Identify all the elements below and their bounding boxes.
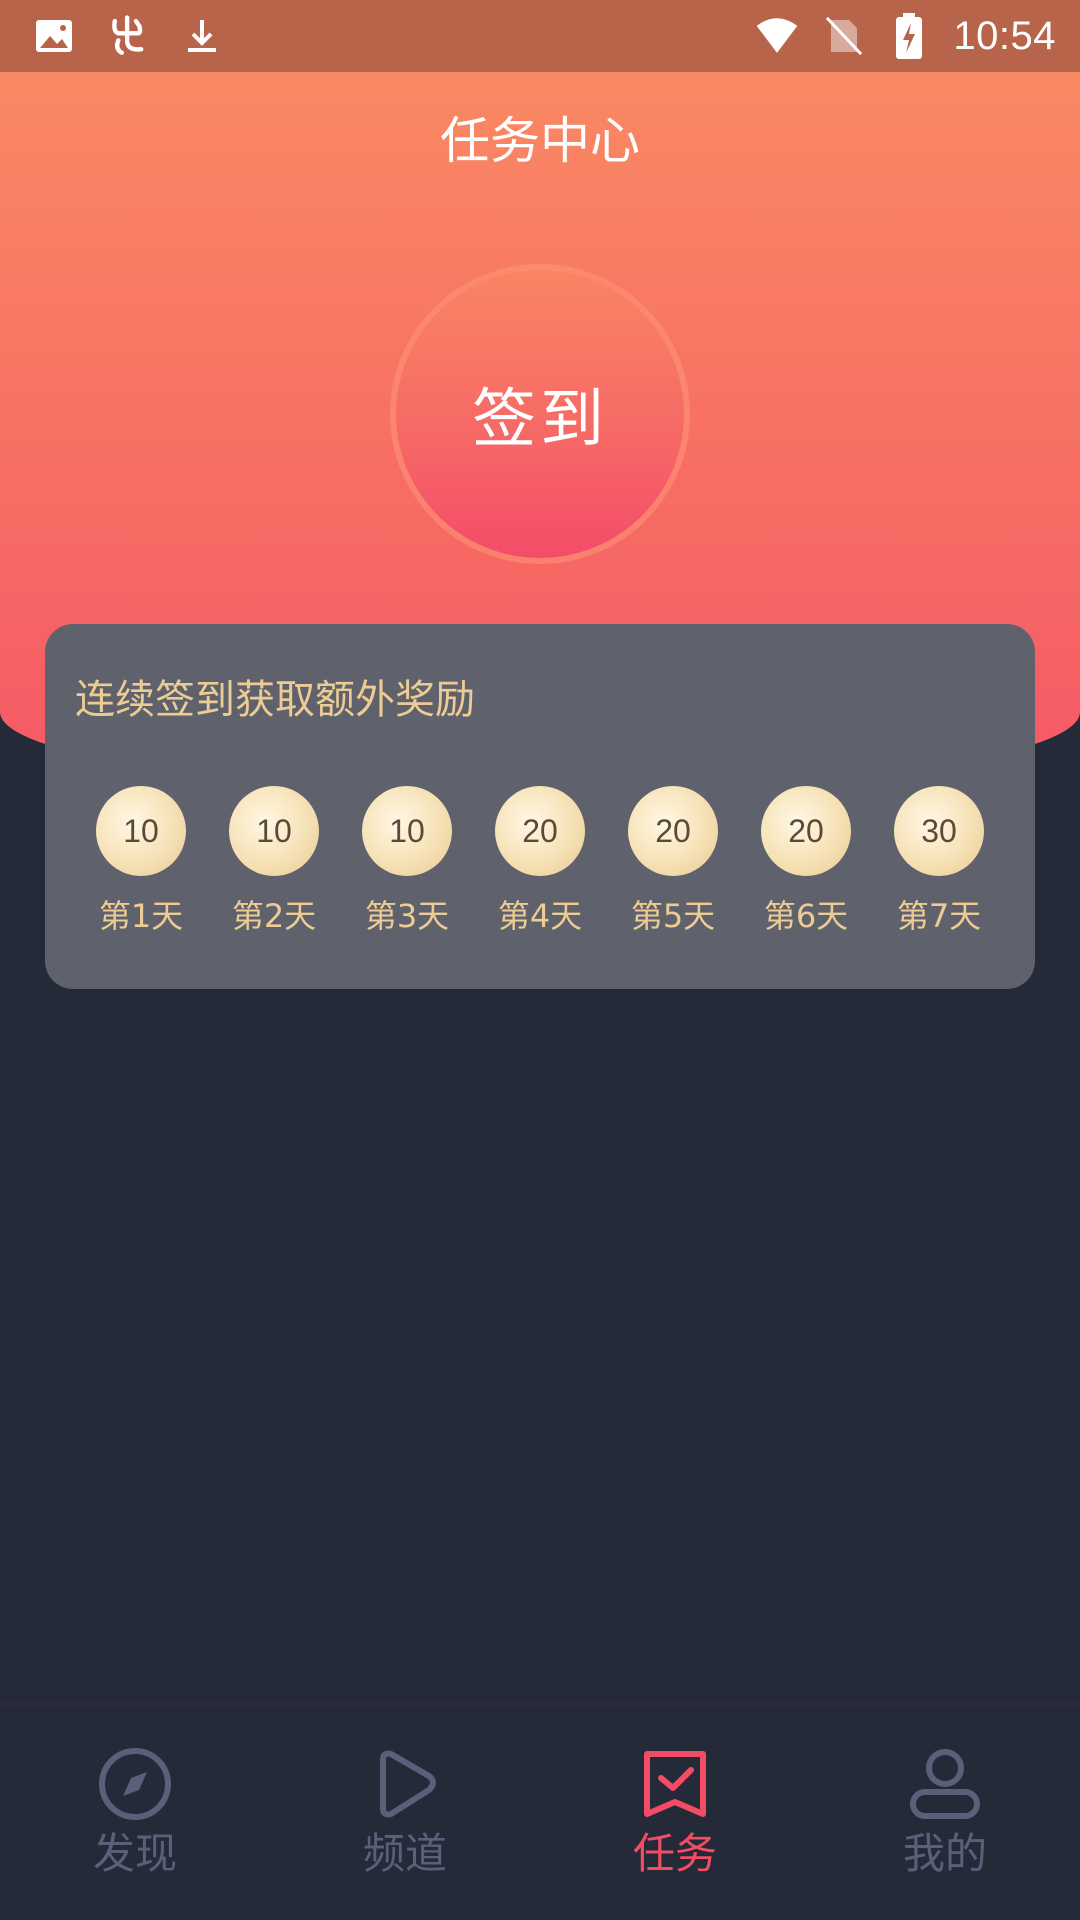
nav-label: 频道	[362, 1829, 447, 1878]
nav-mine[interactable]: 我的	[810, 1708, 1080, 1920]
nav-label: 我的	[902, 1829, 987, 1878]
checkin-button[interactable]: 签到	[396, 270, 684, 558]
reward-day-7: 30 第7天	[879, 786, 999, 938]
compass-icon	[95, 1744, 175, 1824]
reward-day-4: 20 第4天	[480, 786, 600, 938]
status-bar: 10:54	[0, 0, 1080, 72]
reward-coin: 20	[628, 786, 718, 876]
reward-coin: 10	[229, 786, 319, 876]
no-sim-icon	[821, 14, 865, 58]
day-label: 第1天	[98, 897, 184, 935]
bottom-nav: 发现 频道 任务 我的	[0, 1708, 1080, 1920]
reward-day-6: 20 第6天	[746, 786, 866, 938]
reward-coin: 10	[362, 786, 452, 876]
nav-task[interactable]: 任务	[540, 1708, 810, 1920]
play-icon	[365, 1744, 445, 1824]
nav-label: 任务	[632, 1829, 717, 1878]
nav-divider	[0, 1700, 1080, 1708]
reward-day-1: 10 第1天	[81, 786, 201, 938]
nav-channel[interactable]: 频道	[270, 1708, 540, 1920]
day-label: 第2天	[231, 897, 317, 935]
battery-charging-icon	[887, 13, 931, 59]
page-title: 任务中心	[440, 112, 640, 170]
reward-coin: 20	[761, 786, 851, 876]
reward-coin: 10	[96, 786, 186, 876]
day-label: 第7天	[896, 897, 982, 935]
reward-day-3: 10 第3天	[347, 786, 467, 938]
reward-days: 10 第1天 10 第2天 10 第3天 20 第4天 20 第5天 20 第6…	[45, 786, 1035, 956]
reward-coin: 20	[495, 786, 585, 876]
reward-day-5: 20 第5天	[613, 786, 733, 938]
image-icon	[32, 14, 76, 58]
nav-discover[interactable]: 发现	[0, 1708, 270, 1920]
user-icon	[905, 1744, 985, 1824]
task-check-icon	[635, 1744, 715, 1824]
download-icon	[180, 14, 224, 58]
reward-coin: 30	[894, 786, 984, 876]
nav-label: 发现	[92, 1829, 177, 1878]
day-label: 第3天	[364, 897, 450, 935]
status-time: 10:54	[953, 13, 1056, 58]
reward-day-2: 10 第2天	[214, 786, 334, 938]
day-label: 第6天	[763, 897, 849, 935]
app-logo-icon	[106, 14, 150, 58]
day-label: 第4天	[497, 897, 583, 935]
consecutive-checkin-card: 连续签到获取额外奖励 10 第1天 10 第2天 10 第3天 20 第4天 2…	[45, 624, 1035, 989]
day-label: 第5天	[630, 897, 716, 935]
wifi-icon	[755, 14, 799, 58]
card-title: 连续签到获取额外奖励	[75, 677, 475, 723]
